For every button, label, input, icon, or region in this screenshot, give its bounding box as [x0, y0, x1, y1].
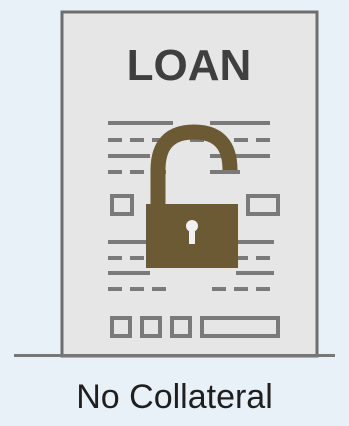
document-title: LOAN: [127, 41, 252, 90]
base-line: [14, 354, 335, 357]
caption-label: No Collateral: [76, 378, 273, 416]
loan-document-icon: LOAN: [14, 10, 335, 358]
no-collateral-graphic: LOAN No Collateral: [0, 0, 349, 426]
